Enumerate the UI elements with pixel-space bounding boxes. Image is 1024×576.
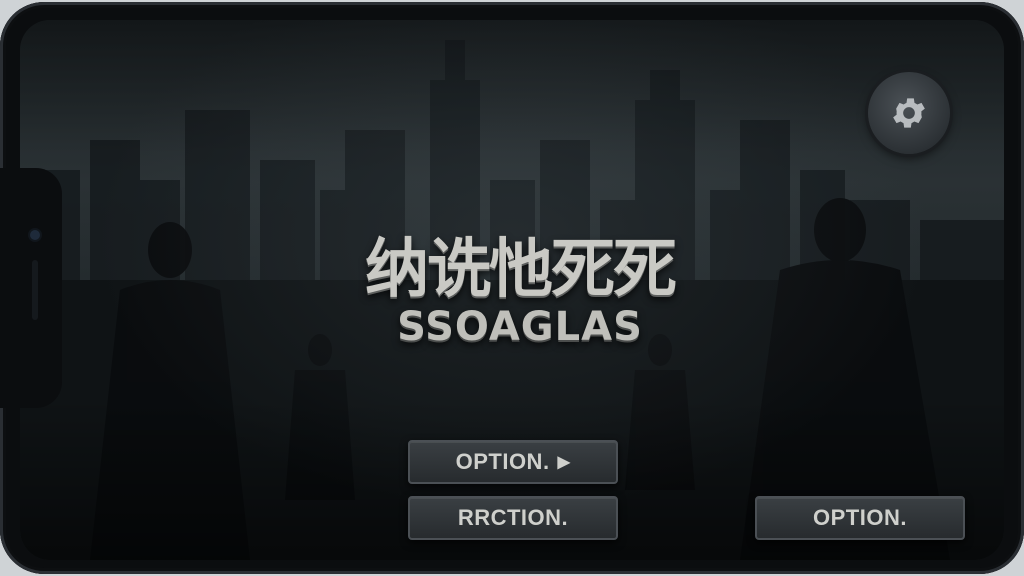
option-button-top-label: OPTION. xyxy=(455,449,550,474)
game-title: 纳诜忚死死 xyxy=(365,233,677,307)
settings-button[interactable] xyxy=(868,72,950,154)
game-subtitle: SSOAGLAS xyxy=(397,304,643,350)
device-frame: 纳诜忚死死 SSOAGLAS OPTION. ▶ RRCTION. OPTION… xyxy=(0,2,1024,574)
gear-icon xyxy=(893,98,925,128)
option-button-right-label: OPTION. xyxy=(813,505,907,530)
speaker-grille xyxy=(32,260,38,320)
front-camera xyxy=(30,230,40,240)
option-button-left-label: RRCTION. xyxy=(457,505,569,530)
phone-notch xyxy=(0,168,62,408)
option-button-top[interactable]: OPTION. ▶ xyxy=(408,440,618,484)
option-button-left[interactable]: RRCTION. xyxy=(408,496,618,540)
play-arrow-icon: ▶ xyxy=(557,454,571,471)
game-screen: 纳诜忚死死 SSOAGLAS OPTION. ▶ RRCTION. OPTION… xyxy=(20,20,1004,560)
option-button-right[interactable]: OPTION. xyxy=(755,496,965,540)
